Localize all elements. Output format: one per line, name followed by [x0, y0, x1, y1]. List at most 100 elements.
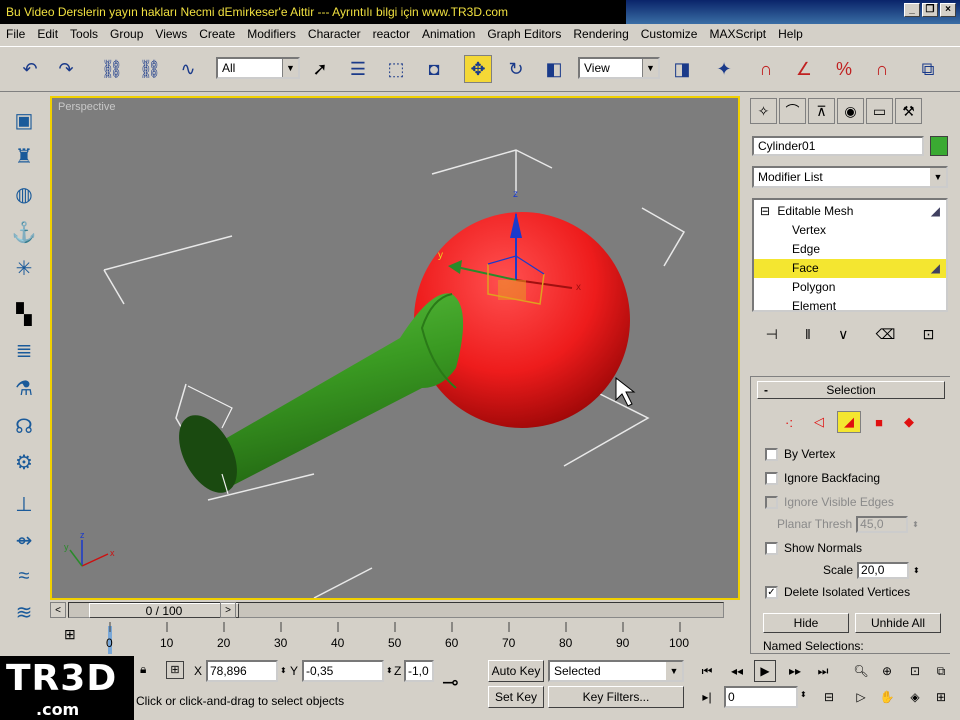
bind-space-warp-icon[interactable]: ∿	[174, 55, 202, 83]
spinner-arrows-icon[interactable]: ⬍	[800, 690, 807, 699]
perspective-viewport[interactable]: Perspective z y x z x y	[50, 96, 740, 600]
menu-modifiers[interactable]: Modifiers	[247, 27, 296, 41]
gear-icon[interactable]: ⚙	[10, 448, 38, 476]
field-of-view-icon[interactable]: ▷	[850, 686, 872, 708]
y-coordinate-field[interactable]: -0,35	[302, 660, 384, 682]
object-name-field[interactable]: Cylinder01	[752, 136, 924, 156]
stack-item-face[interactable]: Face ◢	[754, 259, 946, 278]
window-crossing-icon[interactable]: ◘	[420, 55, 448, 83]
selection-filter-dropdown[interactable]: All ▼	[216, 57, 300, 79]
make-unique-icon[interactable]: ∨	[838, 326, 848, 343]
collapse-icon[interactable]: ⊟	[760, 204, 770, 218]
wave-icon[interactable]: ≋	[10, 598, 38, 626]
menu-rendering[interactable]: Rendering	[573, 27, 628, 41]
pivot-center-icon[interactable]: ◨	[668, 55, 696, 83]
delete-isolated-checkbox[interactable]: ✓	[765, 585, 778, 599]
restore-button[interactable]: ❐	[922, 3, 938, 17]
menu-group[interactable]: Group	[110, 27, 143, 41]
figure-icon[interactable]: ✳	[10, 254, 38, 282]
menu-create[interactable]: Create	[199, 27, 235, 41]
time-config-icon[interactable]: ⊟	[818, 686, 840, 708]
menu-edit[interactable]: Edit	[37, 27, 58, 41]
stack-icon[interactable]: ≣	[10, 336, 38, 364]
time-slider[interactable]: < 0 / 100 >	[50, 602, 740, 618]
by-vertex-checkbox[interactable]	[765, 447, 778, 461]
select-and-rotate-icon[interactable]: ↻	[502, 55, 530, 83]
key-mode-toggle-icon[interactable]: ▸|	[696, 686, 718, 708]
snap-toggle-icon[interactable]: ∩	[752, 55, 780, 83]
key-mode-dropdown[interactable]: Selected ▼	[548, 660, 684, 682]
zoom-extents-icon[interactable]: ⊡	[904, 660, 926, 682]
time-next-arrow[interactable]: >	[220, 602, 236, 618]
menu-customize[interactable]: Customize	[641, 27, 698, 41]
key-icon[interactable]: ⊸	[442, 670, 459, 695]
select-and-link-icon[interactable]: ⛓	[98, 55, 126, 83]
bar-icon[interactable]: ⊥	[10, 490, 38, 518]
menu-tools[interactable]: Tools	[70, 27, 98, 41]
spinner-arrows-icon[interactable]: ⬍	[280, 666, 287, 675]
named-selection-icon[interactable]: ⧉	[914, 55, 942, 83]
select-by-name-icon[interactable]: ☰	[344, 55, 372, 83]
go-to-end-icon[interactable]: ⏭	[812, 660, 834, 682]
select-and-scale-icon[interactable]: ◧	[540, 55, 568, 83]
pan-hand-icon[interactable]: ✋	[876, 686, 898, 708]
zoom-extents-all-icon[interactable]: ⧉	[930, 660, 952, 682]
vertex-mode-icon[interactable]: ·:	[777, 411, 801, 433]
helix-icon[interactable]: ≈	[10, 562, 38, 590]
select-and-manipulate-icon[interactable]: ✦	[710, 55, 738, 83]
by-vertex-row[interactable]: By Vertex	[765, 445, 835, 463]
unlink-icon[interactable]: ⛓	[136, 55, 164, 83]
create-tab-icon[interactable]: ✧	[750, 98, 777, 124]
spline-icon[interactable]: ⇴	[10, 526, 38, 554]
menu-graph-editors[interactable]: Graph Editors	[487, 27, 561, 41]
previous-frame-icon[interactable]: ◂◂	[726, 660, 748, 682]
stack-root-editable-mesh[interactable]: ⊟ Editable Mesh ◢	[754, 202, 946, 221]
maximize-viewport-icon[interactable]: ⊞	[930, 686, 952, 708]
spinner-snap-icon[interactable]: ∩	[868, 55, 896, 83]
sphere-icon[interactable]: ◍	[10, 180, 38, 208]
current-frame-field[interactable]: 0	[724, 686, 798, 708]
rectangular-selection-icon[interactable]: ⬚	[382, 55, 410, 83]
spinner-arrows-icon[interactable]: ⬍	[913, 566, 920, 575]
stack-item-vertex[interactable]: Vertex	[754, 221, 946, 240]
configure-sets-icon[interactable]: ⊡	[923, 326, 935, 343]
set-key-button[interactable]: Set Key	[488, 686, 544, 708]
play-icon[interactable]: ▶	[754, 660, 776, 682]
angle-snap-icon[interactable]: ∠	[790, 55, 818, 83]
zoom-icon[interactable]: 🔍︎	[850, 660, 872, 682]
hide-button[interactable]: Hide	[763, 613, 849, 633]
undo-icon[interactable]: ↶	[16, 55, 44, 83]
reference-coordinate-dropdown[interactable]: View ▼	[578, 57, 660, 79]
menu-maxscript[interactable]: MAXScript	[709, 27, 766, 41]
display-tab-icon[interactable]: ▭	[866, 98, 893, 124]
delete-isolated-row[interactable]: ✓ Delete Isolated Vertices	[765, 583, 910, 601]
menu-character[interactable]: Character	[308, 27, 361, 41]
checker-icon[interactable]: ▚	[10, 300, 38, 328]
bone-icon[interactable]: ⚓	[10, 218, 38, 246]
show-end-result-icon[interactable]: ‖	[805, 326, 811, 342]
arc-rotate-icon[interactable]: ◈	[904, 686, 926, 708]
time-slider-track[interactable]: 0 / 100	[68, 602, 724, 618]
utilities-tab-icon[interactable]: ⚒	[895, 98, 922, 124]
object-color-swatch[interactable]	[930, 136, 948, 156]
track-bar[interactable]: ⊞ 0 10 20 30 40 50 60 70 80 90 100	[50, 622, 740, 656]
time-prev-arrow[interactable]: <	[50, 602, 66, 618]
ignore-backfacing-checkbox[interactable]	[765, 471, 778, 485]
close-button[interactable]: ×	[940, 3, 956, 17]
lock-icon[interactable]: 🔒︎	[140, 662, 146, 677]
element-mode-icon[interactable]: ◆	[897, 411, 921, 433]
lamp-icon[interactable]: ☊	[10, 412, 38, 440]
show-normals-checkbox[interactable]	[765, 541, 778, 555]
edge-mode-icon[interactable]: ◁	[807, 411, 831, 433]
menu-file[interactable]: File	[6, 27, 25, 41]
redo-icon[interactable]: ↷	[52, 55, 80, 83]
unhide-all-button[interactable]: Unhide All	[855, 613, 941, 633]
motion-tab-icon[interactable]: ◉	[837, 98, 864, 124]
boxes-icon[interactable]: ▣	[10, 106, 38, 134]
modifier-list-dropdown[interactable]: Modifier List ▼	[752, 166, 948, 188]
x-coordinate-field[interactable]: 78,896	[206, 660, 278, 682]
select-and-move-icon[interactable]: ✥	[464, 55, 492, 83]
percent-snap-icon[interactable]: %	[830, 55, 858, 83]
scale-field[interactable]: 20,0	[857, 561, 910, 579]
key-filters-button[interactable]: Key Filters...	[548, 686, 684, 708]
